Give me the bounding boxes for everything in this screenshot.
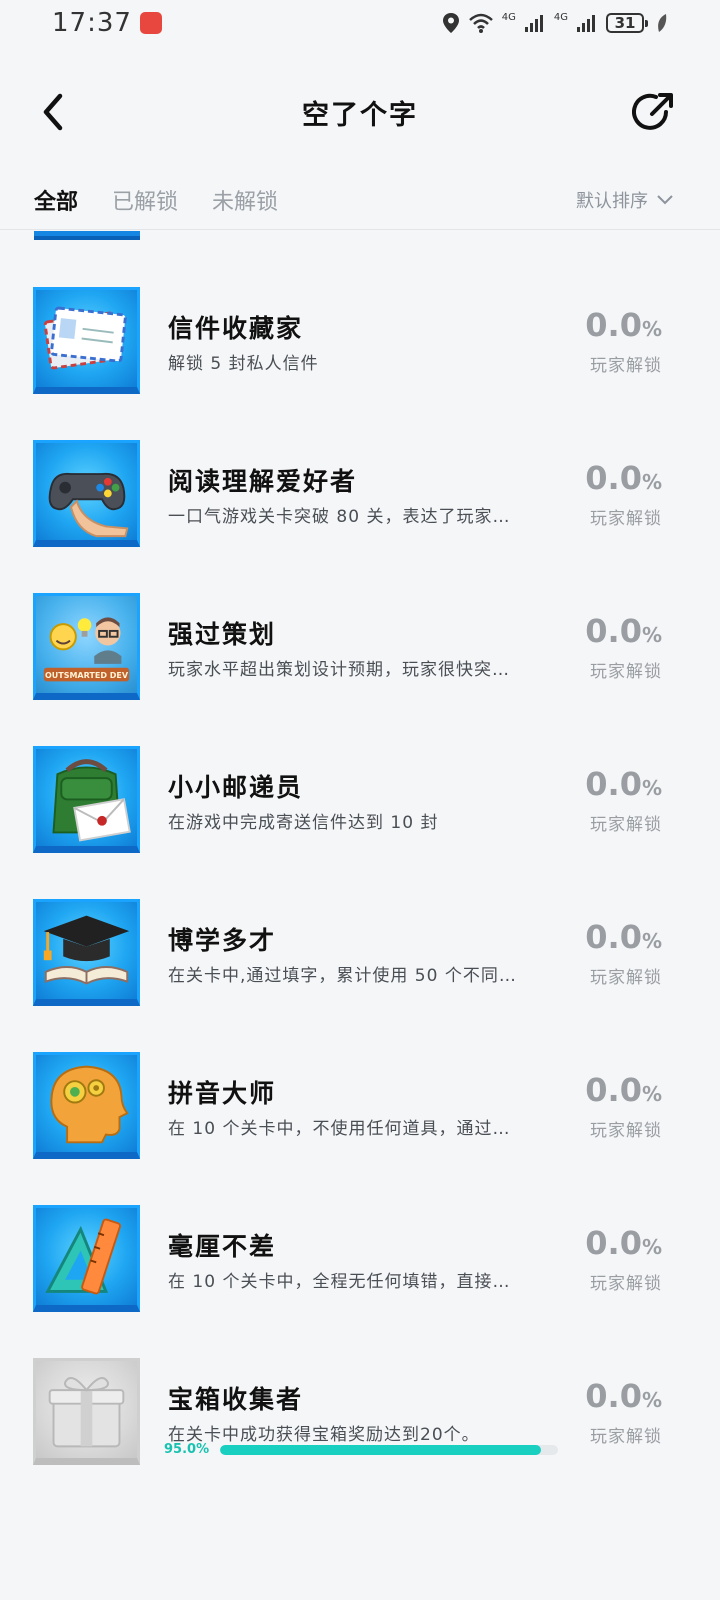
progress-track [220, 1444, 558, 1455]
achievement-desc: 在 10 个关卡中，全程无任何填错，直接… [168, 1272, 511, 1292]
rate-unit: % [641, 776, 662, 800]
list-item[interactable]: OUTSMARTED DEV 强过策划 玩家水平超出策划设计预期，玩家很快突… … [0, 593, 720, 701]
rate-value: 0.0 [585, 1377, 642, 1415]
ruler-icon [33, 1205, 140, 1312]
icon-caption: OUTSMARTED DEV [44, 671, 129, 680]
unlock-rate: 0.0% 玩家解锁 [585, 766, 662, 835]
achievement-title: 拼音大师 [168, 1079, 277, 1108]
unlock-rate: 0.0% 玩家解锁 [585, 1378, 662, 1447]
rate-unit: % [641, 317, 662, 341]
page-title: 空了个字 [302, 99, 418, 131]
achievement-title: 毫厘不差 [168, 1232, 277, 1261]
rate-value: 0.0 [585, 1224, 642, 1262]
gift-box-icon [33, 1358, 140, 1465]
rate-value: 0.0 [585, 459, 642, 497]
unlock-rate: 0.0% 玩家解锁 [585, 307, 662, 376]
graduation-cap-icon [33, 899, 140, 1006]
rate-value: 0.0 [585, 1071, 642, 1109]
list-item[interactable]: 阅读理解爱好者 一口气游戏关卡突破 80 关，表达了玩家… 0.0% 玩家解锁 [0, 440, 720, 548]
tab-locked[interactable]: 未解锁 [212, 184, 278, 216]
list-item[interactable]: 拼音大师 在 10 个关卡中，不使用任何道具，通过… 0.0% 玩家解锁 [0, 1052, 720, 1160]
list-item[interactable]: 博学多才 在关卡中,通过填字，累计使用 50 个不同… 0.0% 玩家解锁 [0, 899, 720, 1007]
mailbag-icon [33, 746, 140, 853]
achievement-desc: 解锁 5 封私人信件 [168, 354, 319, 374]
list-item[interactable]: 小小邮递员 在游戏中完成寄送信件达到 10 封 0.0% 玩家解锁 [0, 746, 720, 854]
achievement-title: 宝箱收集者 [168, 1385, 304, 1414]
achievement-title: 博学多才 [168, 926, 277, 955]
tab-unlocked[interactable]: 已解锁 [112, 184, 178, 216]
chevron-left-icon [43, 93, 63, 131]
app-badge-icon [139, 12, 162, 34]
achievement-title: 阅读理解爱好者 [168, 467, 358, 496]
achievement-desc: 一口气游戏关卡突破 80 关，表达了玩家… [168, 507, 511, 527]
progress-fill [220, 1444, 542, 1455]
rate-label: 玩家解锁 [590, 1274, 662, 1294]
achievement-desc: 在游戏中完成寄送信件达到 10 封 [168, 813, 439, 833]
rate-label: 玩家解锁 [590, 815, 662, 835]
network-label: 4G [553, 11, 568, 23]
rate-unit: % [641, 929, 662, 953]
network-label: 4G [501, 11, 516, 23]
achievement-title: 信件收藏家 [168, 314, 304, 343]
sort-dropdown[interactable]: 默认排序 [576, 187, 674, 213]
letters-icon [33, 287, 140, 394]
brain-gears-icon [33, 1052, 140, 1159]
unlock-rate: 0.0% 玩家解锁 [585, 460, 662, 529]
rate-value: 0.0 [585, 918, 642, 956]
rate-unit: % [641, 1082, 662, 1106]
rate-label: 玩家解锁 [590, 662, 662, 682]
rate-label: 玩家解锁 [590, 1427, 662, 1447]
rate-label: 玩家解锁 [590, 968, 662, 988]
rate-unit: % [641, 623, 662, 647]
rate-unit: % [641, 1388, 662, 1412]
achievement-icon-partial [34, 231, 140, 240]
gamepad-icon [33, 440, 140, 547]
rate-value: 0.0 [585, 612, 642, 650]
sort-label: 默认排序 [576, 190, 648, 212]
progress-label: 95.0% [164, 1442, 210, 1457]
rate-label: 玩家解锁 [590, 509, 662, 529]
rate-unit: % [641, 1235, 662, 1259]
share-icon [632, 93, 673, 130]
achievement-desc: 玩家水平超出策划设计预期，玩家很快突… [168, 660, 510, 680]
rate-unit: % [641, 470, 662, 494]
status-time: 17:37 [52, 8, 132, 38]
tab-all[interactable]: 全部 [34, 184, 78, 216]
location-icon [442, 13, 459, 33]
wifi-icon [468, 13, 493, 33]
rate-value: 0.0 [585, 765, 642, 803]
achievement-progress: 95.0% [164, 1442, 558, 1457]
unlock-rate: 0.0% 玩家解锁 [585, 919, 662, 988]
leaf-icon [658, 14, 667, 32]
share-button[interactable] [632, 90, 676, 134]
status-bar: 17:37 4G 4G 31 [0, 0, 720, 46]
rate-label: 玩家解锁 [590, 1121, 662, 1141]
rate-label: 玩家解锁 [590, 356, 662, 376]
outsmarted-dev-icon: OUTSMARTED DEV [33, 593, 140, 700]
rate-value: 0.0 [585, 306, 642, 344]
list-item[interactable]: 信件收藏家 解锁 5 封私人信件 0.0% 玩家解锁 [0, 287, 720, 395]
battery-icon: 31 [606, 13, 648, 33]
filter-tabs: 全部 已解锁 未解锁 默认排序 [0, 170, 720, 230]
chevron-down-icon [657, 194, 673, 204]
list-item[interactable]: 宝箱收集者 在关卡中成功获得宝箱奖励达到20个。 95.0% 0.0% 玩家解锁 [0, 1358, 720, 1466]
unlock-rate: 0.0% 玩家解锁 [585, 1225, 662, 1294]
back-button[interactable] [34, 90, 74, 134]
achievement-title: 小小邮递员 [168, 773, 304, 802]
achievement-title: 强过策划 [168, 620, 277, 649]
achievement-desc: 在关卡中,通过填字，累计使用 50 个不同… [168, 966, 517, 986]
unlock-rate: 0.0% 玩家解锁 [585, 1072, 662, 1141]
list-item[interactable]: 毫厘不差 在 10 个关卡中，全程无任何填错，直接… 0.0% 玩家解锁 [0, 1205, 720, 1313]
signal-icon [577, 15, 595, 32]
status-icons: 4G 4G 31 [442, 12, 668, 34]
signal-icon [524, 15, 543, 32]
header: 空了个字 [0, 80, 720, 144]
achievement-desc: 在 10 个关卡中，不使用任何道具，通过… [168, 1119, 511, 1139]
unlock-rate: 0.0% 玩家解锁 [585, 613, 662, 682]
